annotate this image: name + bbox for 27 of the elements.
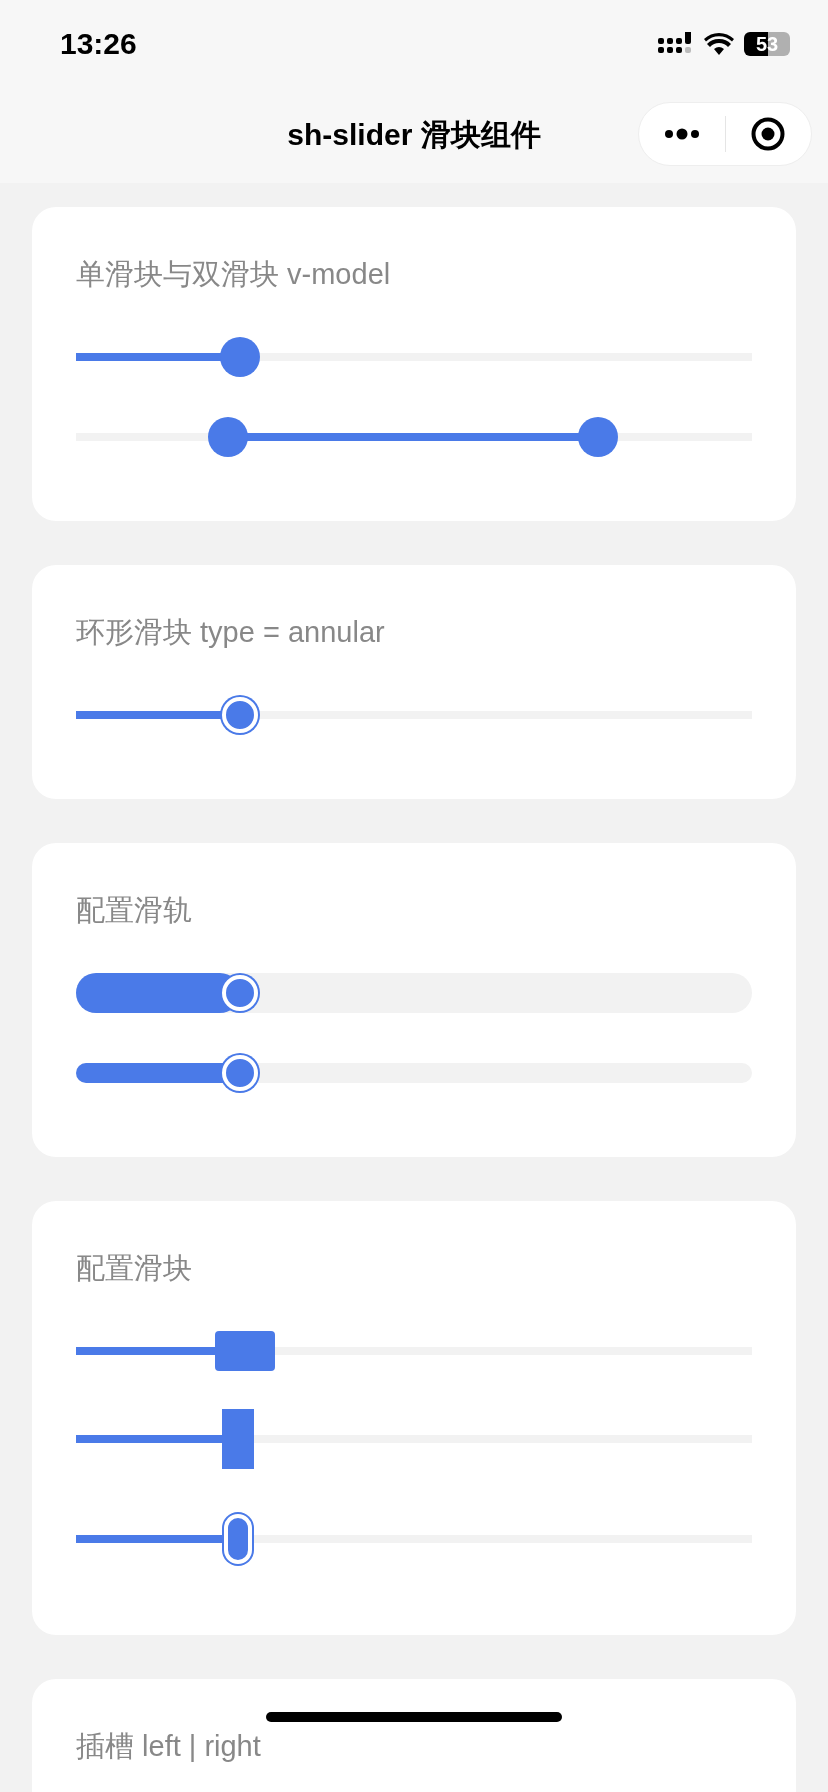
status-time: 13:26 <box>60 27 137 61</box>
card-title: 环形滑块 type = annular <box>76 615 386 650</box>
signal-icon <box>658 32 694 56</box>
slider-thumb[interactable] <box>577 417 618 457</box>
slider-track[interactable] <box>76 711 752 719</box>
card-title: 插槽 left | right <box>76 1729 262 1764</box>
slider-thumb[interactable] <box>222 697 259 733</box>
slider-track[interactable] <box>76 353 752 361</box>
card-title: 配置滑块 <box>76 1251 193 1286</box>
slider-thumb[interactable] <box>215 1331 275 1371</box>
slider-thumb[interactable] <box>208 417 249 457</box>
slider-track[interactable] <box>76 1347 752 1355</box>
slider-track[interactable] <box>76 973 752 1013</box>
slider-thumb[interactable] <box>224 1514 253 1564</box>
slider-thumb[interactable] <box>220 337 261 377</box>
card-title: 配置滑轨 <box>76 893 193 928</box>
slider-thumb[interactable] <box>222 1055 259 1091</box>
card-title: 单滑块与双滑块 v-model <box>76 257 392 292</box>
slider-track[interactable] <box>76 1063 752 1083</box>
slider-track[interactable] <box>76 1535 752 1543</box>
more-icon <box>663 128 700 140</box>
slider-thumb[interactable] <box>222 1409 255 1469</box>
target-icon <box>751 117 786 151</box>
slider-track[interactable] <box>76 1435 752 1443</box>
page-title: sh-slider 滑块组件 <box>287 117 541 153</box>
slider-thumb[interactable] <box>222 975 259 1011</box>
wifi-icon <box>704 33 734 55</box>
